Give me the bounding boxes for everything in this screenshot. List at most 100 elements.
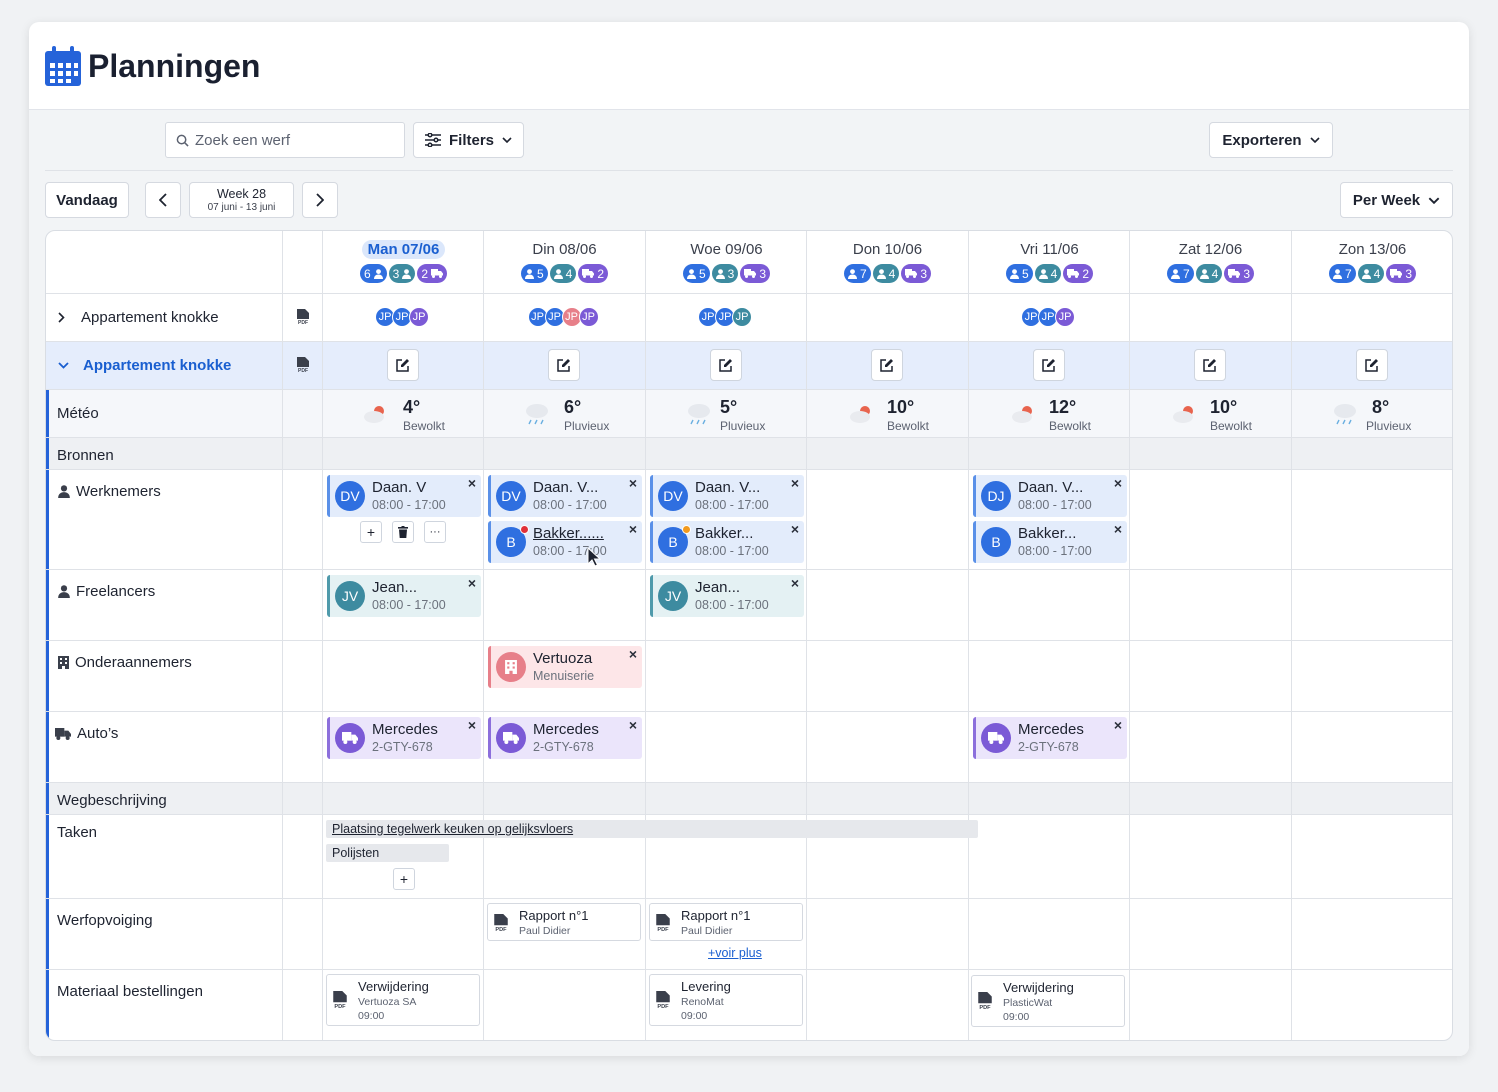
order-time: 09:00 [358, 1010, 385, 1022]
next-week-button[interactable] [302, 182, 338, 218]
person-icon [1009, 268, 1019, 279]
report-card[interactable]: PDF Rapport n°1 Paul Didier [487, 903, 641, 941]
avatar[interactable]: JP [578, 307, 599, 327]
report-author: Paul Didier [519, 925, 571, 937]
delete-button[interactable] [392, 521, 414, 543]
order-card[interactable]: PDF Levering RenoMat 09:00 [649, 974, 803, 1026]
day-label: Din 08/06 [532, 241, 597, 258]
close-icon[interactable]: × [468, 475, 476, 491]
close-icon[interactable]: × [791, 575, 799, 591]
add-task-button[interactable]: + [393, 868, 415, 890]
report-title: Rapport n°1 [681, 908, 751, 923]
person-icon [402, 268, 412, 279]
edit-button[interactable] [387, 349, 419, 381]
employee-chip[interactable]: B Bakker...... 08:00 - 17:00 × [488, 521, 642, 563]
task-bar[interactable]: Polijsten [326, 844, 449, 862]
report-card[interactable]: PDF Rapport n°1 Paul Didier [649, 903, 803, 941]
today-button[interactable]: Vandaag [45, 182, 129, 218]
page-title: Planningen [88, 48, 261, 84]
car-chip[interactable]: Mercedes 2-GTY-678 × [327, 717, 481, 759]
car-count-badge: 3 [1386, 264, 1417, 283]
chip-type: Menuiserie [533, 669, 595, 683]
edit-button[interactable] [1033, 349, 1065, 381]
employee-chip[interactable]: B Bakker... 08:00 - 17:00 × [650, 521, 804, 563]
close-icon[interactable]: × [468, 717, 476, 733]
day-header-wed[interactable]: Woe 09/06 533 [646, 231, 807, 293]
pdf-icon[interactable]: PDF [296, 309, 310, 325]
main-area: Zoek een werf Filters Exporteren Vandaag… [29, 110, 1469, 1056]
truck-icon [744, 269, 757, 278]
person-icon [553, 268, 563, 279]
edit-button[interactable] [871, 349, 903, 381]
row-label-text: Onderaannemers [75, 654, 192, 671]
add-button[interactable]: + [360, 521, 382, 543]
close-icon[interactable]: × [1114, 521, 1122, 537]
rain-icon [1334, 404, 1356, 425]
edit-button[interactable] [710, 349, 742, 381]
employee-chip[interactable]: DV Daan. V... 08:00 - 17:00 × [488, 475, 642, 517]
project-row-toggle[interactable]: Appartement knokke [58, 309, 219, 326]
subcontractor-chip[interactable]: Vertuoza Menuiserie × [488, 646, 642, 688]
row-label-meteo: Météo [57, 405, 99, 422]
close-icon[interactable]: × [1114, 717, 1122, 733]
day-header-sat[interactable]: Zat 12/06 743 [1130, 231, 1291, 293]
employee-chip[interactable]: B Bakker... 08:00 - 17:00 × [973, 521, 1127, 563]
close-icon[interactable]: × [629, 475, 637, 491]
project-name: Appartement knokke [83, 357, 232, 374]
day-header-tue[interactable]: Din 08/06 542 [484, 231, 645, 293]
week-selector[interactable]: Week 28 07 juni - 13 juni [189, 182, 294, 218]
car-count-badge: 3 [1224, 264, 1255, 283]
weather-temp: 8° [1372, 397, 1390, 417]
chip-plate: 2-GTY-678 [533, 740, 594, 754]
close-icon[interactable]: × [629, 646, 637, 662]
avatar[interactable]: JP [732, 307, 752, 327]
employee-count-badge: 7 [1328, 264, 1356, 283]
close-icon[interactable]: × [629, 521, 637, 537]
close-icon[interactable]: × [791, 521, 799, 537]
edit-button[interactable] [1356, 349, 1388, 381]
project-name: Appartement knokke [81, 309, 219, 326]
toolbar-divider [45, 170, 1453, 171]
close-icon[interactable]: × [468, 575, 476, 591]
freelancer-chip[interactable]: JV Jean... 08:00 - 17:00 × [650, 575, 804, 617]
project-row-toggle[interactable]: Appartement knokke [58, 357, 231, 374]
order-card[interactable]: PDF Verwijdering Vertuoza SA 09:00 [326, 974, 480, 1026]
close-icon[interactable]: × [1114, 475, 1122, 491]
day-header-fri[interactable]: Vri 11/06 542 [969, 231, 1130, 293]
view-select[interactable]: Per Week [1340, 182, 1453, 218]
day-header-thu[interactable]: Don 10/06 743 [807, 231, 968, 293]
employee-chip[interactable]: DV Daan. V... 08:00 - 17:00 × [650, 475, 804, 517]
employee-chip[interactable]: DV Daan. V 08:00 - 17:00 × [327, 475, 481, 517]
close-icon[interactable]: × [629, 717, 637, 733]
car-chip[interactable]: Mercedes 2-GTY-678 × [973, 717, 1127, 759]
freelancer-chip[interactable]: JV Jean... 08:00 - 17:00 × [327, 575, 481, 617]
truck-icon [1067, 269, 1080, 278]
search-input[interactable]: Zoek een werf [165, 122, 405, 158]
task-bar[interactable]: Plaatsing tegelwerk keuken op gelijksvlo… [326, 820, 978, 838]
car-chip[interactable]: Mercedes 2-GTY-678 × [488, 717, 642, 759]
show-more-link[interactable]: +voir plus [708, 946, 762, 960]
more-button[interactable]: ··· [424, 521, 446, 543]
employee-chip[interactable]: DJ Daan. V... 08:00 - 17:00 × [973, 475, 1127, 517]
day-header-mon[interactable]: Man 07/06 632 [323, 231, 484, 293]
avatar[interactable]: JP [409, 307, 429, 327]
row-label-text: Auto’s [77, 725, 119, 742]
order-card[interactable]: PDF Verwijdering PlasticWat 09:00 [971, 975, 1125, 1027]
prev-week-button[interactable] [145, 182, 181, 218]
svg-text:PDF: PDF [298, 368, 308, 373]
chip-name: Mercedes [533, 721, 599, 738]
export-button[interactable]: Exporteren [1209, 122, 1333, 158]
day-header-sun[interactable]: Zon 13/06 743 [1292, 231, 1452, 293]
close-icon[interactable]: × [791, 475, 799, 491]
person-icon [58, 585, 70, 598]
filters-button[interactable]: Filters [413, 122, 524, 158]
avatar[interactable]: JP [1055, 307, 1075, 327]
edit-button[interactable] [1194, 349, 1226, 381]
mouse-cursor-icon [587, 547, 601, 567]
weather-cell: 8° Pluvieux [1292, 391, 1452, 437]
chevron-down-icon [1428, 197, 1440, 204]
freelancer-count-badge: 3 [388, 264, 416, 283]
chip-name: Jean... [372, 579, 418, 596]
edit-button[interactable] [548, 349, 580, 381]
pdf-icon[interactable]: PDF [296, 357, 310, 373]
